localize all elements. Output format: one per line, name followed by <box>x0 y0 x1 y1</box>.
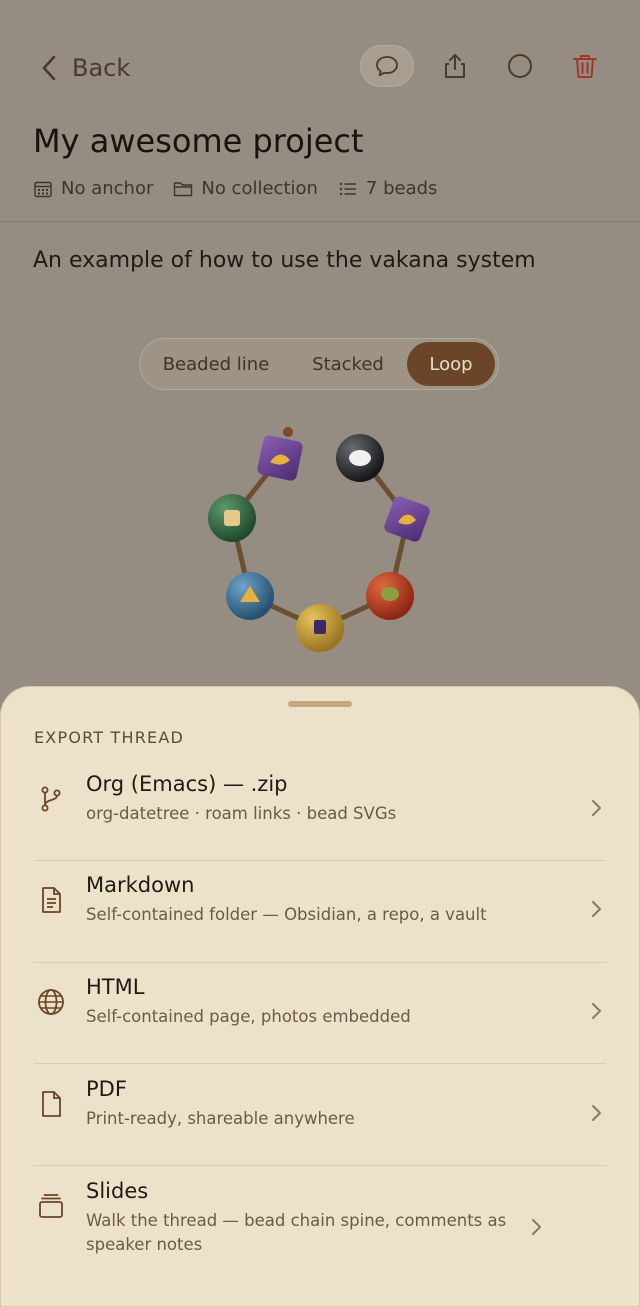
export-markdown-title: Markdown <box>86 873 195 897</box>
export-markdown[interactable]: Markdown Self-contained folder — Obsidia… <box>34 871 606 927</box>
project-title: My awesome project <box>33 122 364 160</box>
collection-meta[interactable]: No collection <box>173 178 318 199</box>
export-pdf-subtitle: Print-ready, shareable anywhere <box>86 1109 355 1128</box>
delete-button[interactable] <box>559 44 611 88</box>
comment-icon <box>376 56 398 77</box>
share-button[interactable] <box>429 44 481 88</box>
calendar-icon <box>34 181 52 197</box>
status-button[interactable] <box>494 44 546 88</box>
list-icon <box>339 182 356 195</box>
sheet-drag-handle[interactable] <box>288 701 352 707</box>
export-org-subtitle: org-datetree · roam links · bead SVGs <box>86 804 397 823</box>
chevron-right-icon <box>532 1219 541 1235</box>
view-mode-selector: Beaded line Stacked Loop <box>139 338 499 390</box>
bead-purple-top[interactable] <box>256 434 303 481</box>
bead-blue[interactable] <box>226 572 274 620</box>
export-slides-title: Slides <box>86 1179 149 1203</box>
beads-count: 7 beads <box>365 178 438 199</box>
back-button[interactable]: Back <box>38 48 130 88</box>
export-html-title: HTML <box>86 975 145 999</box>
view-mode-beaded-line[interactable]: Beaded line <box>143 342 289 386</box>
globe-icon <box>38 989 64 1015</box>
export-html-subtitle: Self-contained page, photos embedded <box>86 1007 411 1026</box>
anchor-meta[interactable]: No anchor <box>33 178 153 199</box>
branch-icon <box>41 786 61 812</box>
chevron-right-icon <box>592 1003 601 1019</box>
project-description: An example of how to use the vakana syst… <box>33 248 536 273</box>
back-label: Back <box>72 54 131 82</box>
slides-icon <box>39 1194 63 1218</box>
bead-red[interactable] <box>366 572 414 620</box>
beads-meta: 7 beads <box>338 178 438 199</box>
comment-button[interactable] <box>360 45 414 87</box>
document-icon <box>42 887 61 913</box>
header-divider <box>0 221 640 222</box>
export-slides[interactable]: Slides Walk the thread — bead chain spin… <box>34 1177 606 1257</box>
chevron-right-icon <box>592 901 601 917</box>
bead-black[interactable] <box>336 434 384 482</box>
chevron-left-icon <box>42 55 56 81</box>
loop-start-dot <box>283 427 293 437</box>
export-markdown-subtitle: Self-contained folder — Obsidian, a repo… <box>86 905 487 924</box>
trash-icon <box>573 55 597 78</box>
export-slides-subtitle: Walk the thread — bead chain spine, comm… <box>86 1211 507 1254</box>
view-mode-stacked[interactable]: Stacked <box>289 342 407 386</box>
row-divider <box>34 962 606 963</box>
row-divider <box>34 860 606 861</box>
view-mode-loop[interactable]: Loop <box>407 342 495 386</box>
chevron-right-icon <box>592 800 601 816</box>
export-org[interactable]: Org (Emacs) — .zip org-datetree · roam l… <box>34 770 606 826</box>
project-meta: No anchor No collection 7 beads <box>33 178 437 199</box>
export-html[interactable]: HTML Self-contained page, photos embedde… <box>34 973 606 1029</box>
export-pdf-title: PDF <box>86 1077 127 1101</box>
export-pdf[interactable]: PDF Print-ready, shareable anywhere <box>34 1075 606 1131</box>
circle-icon <box>508 54 532 78</box>
export-sheet-title: EXPORT THREAD <box>34 728 185 747</box>
anchor-label: No anchor <box>61 178 154 199</box>
folder-icon <box>174 181 193 196</box>
bead-green[interactable] <box>208 494 256 542</box>
row-divider <box>34 1165 606 1166</box>
collection-label: No collection <box>201 178 318 199</box>
share-icon <box>445 54 465 78</box>
chevron-right-icon <box>592 1105 601 1121</box>
bead-purple-right[interactable] <box>383 495 432 544</box>
bead-loop <box>208 427 432 652</box>
row-divider <box>34 1063 606 1064</box>
bead-gold[interactable] <box>296 604 344 652</box>
file-icon <box>42 1091 61 1117</box>
export-org-title: Org (Emacs) — .zip <box>86 772 288 796</box>
